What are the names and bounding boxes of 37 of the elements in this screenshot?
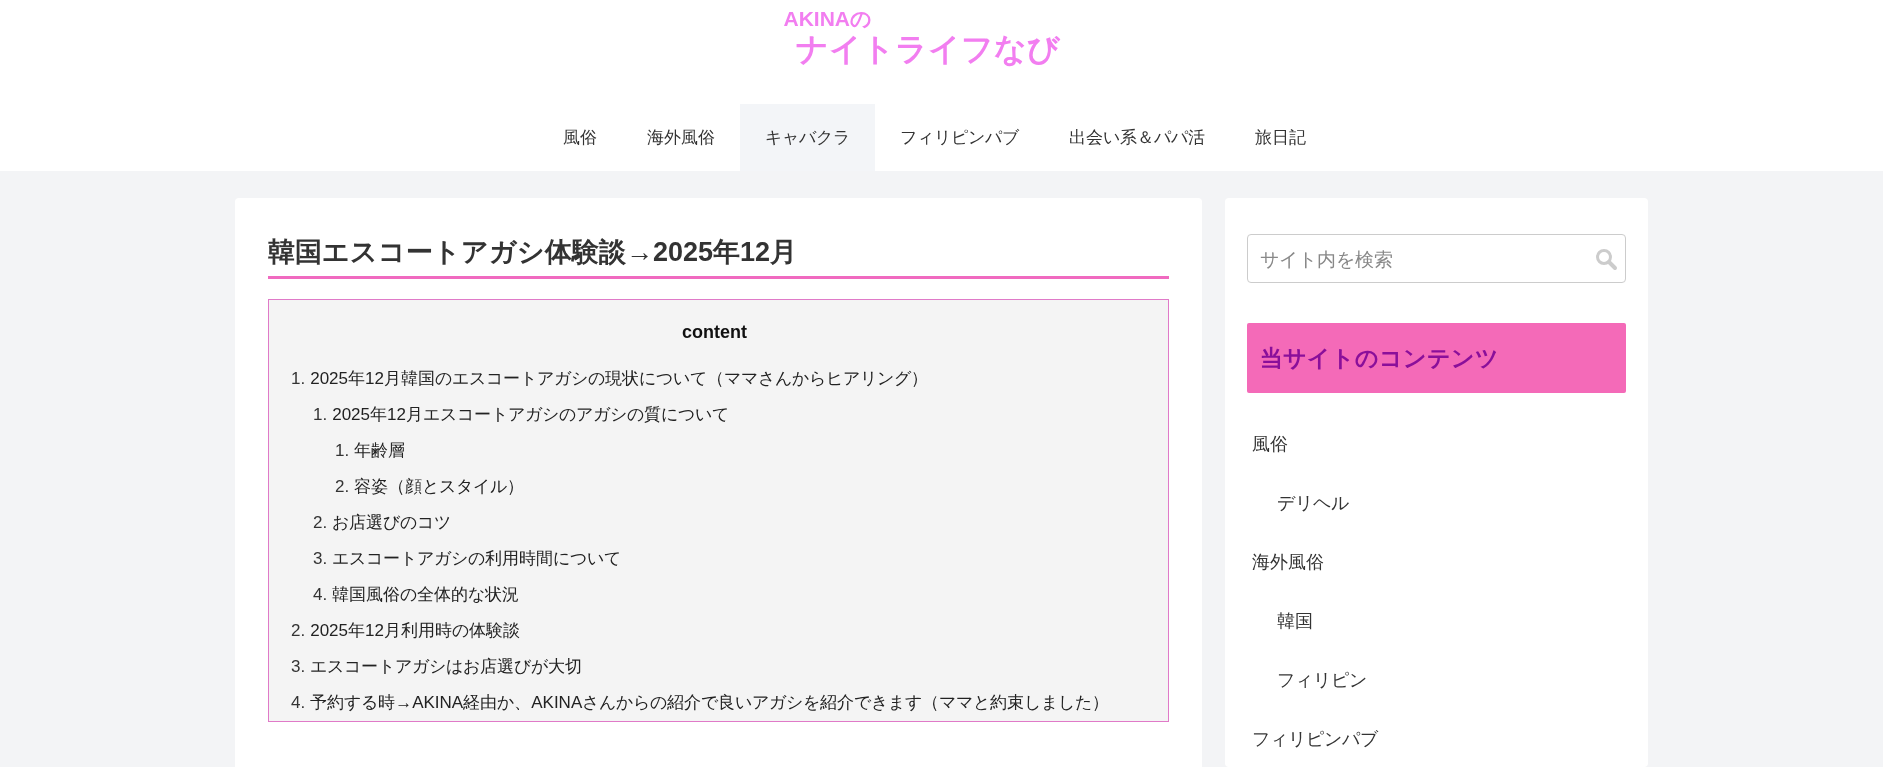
toc-link[interactable]: 予約する時→AKINA経由か、AKINAさんからの紹介で良いアガシを紹介できます（ママと約束しました）: [310, 685, 1110, 721]
list-number: 1.: [313, 404, 328, 426]
menu-link[interactable]: 海外風俗: [1252, 549, 1324, 574]
toc-heading: content: [681, 322, 748, 343]
list-number: 3.: [313, 548, 328, 570]
list-number: 4.: [291, 692, 306, 714]
toc-link[interactable]: 2025年12月韓国のエスコートアガシの現状について（ママさんからヒアリング）: [310, 361, 928, 397]
list-number: 1.: [291, 368, 306, 390]
toc-link[interactable]: エスコートアガシの利用時間について: [332, 541, 622, 577]
search-field[interactable]: サイト内を検索: [1247, 234, 1626, 283]
nav-tab[interactable]: 海外風俗: [622, 104, 740, 171]
menu-link[interactable]: フィリピン: [1277, 667, 1367, 692]
list-number: 2.: [335, 476, 350, 498]
list-number: 2.: [313, 512, 328, 534]
nav-tab[interactable]: 出会い系＆パパ活: [1044, 104, 1230, 171]
list-number: 3.: [291, 656, 306, 678]
list-number: 2.: [291, 620, 306, 642]
nav-tab[interactable]: 風俗: [538, 104, 622, 171]
toc-link[interactable]: 容姿（顔とスタイル）: [354, 469, 525, 505]
list-number: 1.: [335, 440, 350, 462]
toc-link[interactable]: 2025年12月利用時の体験談: [310, 613, 520, 649]
toc-link[interactable]: 2025年12月エスコートアガシのアガシの質について: [332, 397, 729, 433]
toc-link[interactable]: 年齢層: [354, 433, 406, 469]
search-icon[interactable]: [1594, 247, 1618, 271]
article-title: 韓国エスコートアガシ体験談→2025年12月: [268, 234, 1169, 279]
sidebar-heading: 当サイトのコンテンツ: [1247, 323, 1626, 393]
nav-tab[interactable]: キャバクラ: [740, 104, 875, 171]
list-number: 4.: [313, 584, 328, 606]
toc-link[interactable]: 韓国風俗の全体的な状況: [332, 577, 520, 613]
nav-tab[interactable]: フィリピンパブ: [875, 104, 1044, 171]
toc-link[interactable]: エスコートアガシはお店選びが大切: [310, 649, 583, 685]
menu-link[interactable]: フィリピンパブ: [1252, 726, 1378, 751]
nav-tab[interactable]: 旅日記: [1230, 104, 1331, 171]
menu-link[interactable]: デリヘル: [1277, 490, 1349, 515]
toc-link[interactable]: お店選びのコツ: [332, 505, 452, 541]
menu-link[interactable]: 風俗: [1252, 431, 1288, 456]
menu-link[interactable]: 韓国: [1277, 608, 1313, 633]
